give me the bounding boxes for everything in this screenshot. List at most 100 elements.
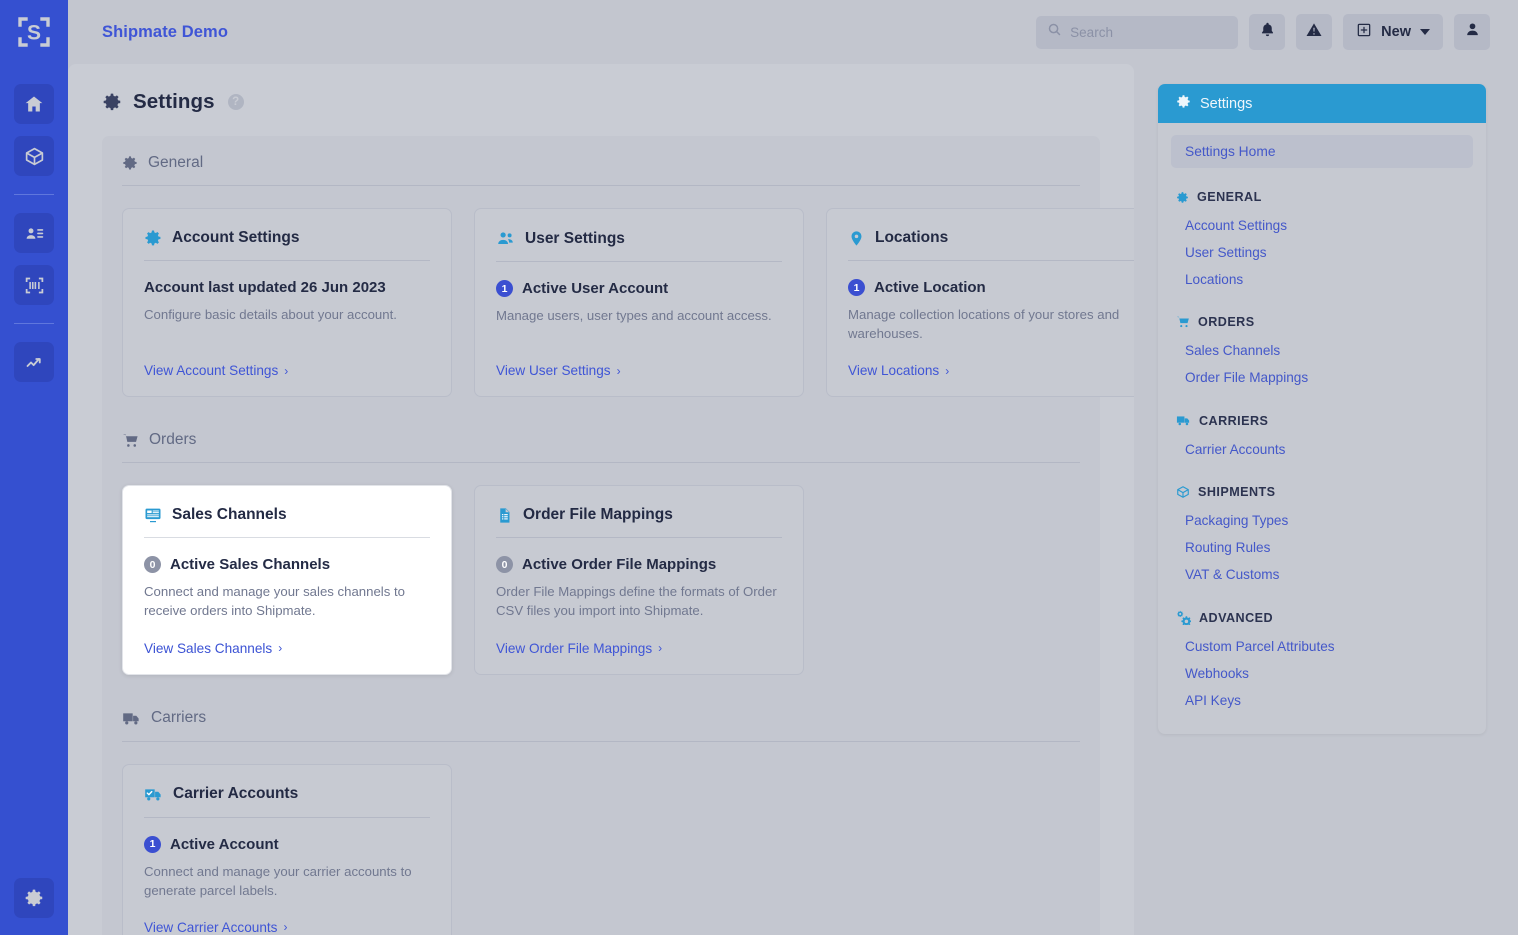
nav-item-carrier-accounts[interactable]: Carrier Accounts (1171, 436, 1473, 463)
nav-item-locations[interactable]: Locations (1171, 266, 1473, 293)
nav-item-routing-rules[interactable]: Routing Rules (1171, 534, 1473, 561)
help-icon[interactable]: ? (227, 94, 244, 110)
nav-group-label: ADVANCED (1199, 610, 1274, 625)
left-nav-rail: S (0, 0, 68, 935)
card-carrier-accounts[interactable]: Carrier Accounts 1 Active Account Connec… (122, 763, 452, 935)
nav-item-webhooks[interactable]: Webhooks (1171, 660, 1473, 687)
page-title: Settings (133, 90, 215, 113)
brand-name[interactable]: Shipmate Demo (102, 23, 228, 42)
chevron-right-icon: › (284, 363, 289, 378)
chevron-right-icon: › (616, 363, 621, 378)
card-title: Account Settings (172, 229, 300, 246)
section-header: General (122, 154, 1080, 186)
card-description: Connect and manage your carrier accounts… (144, 863, 412, 898)
card-locations[interactable]: Locations 1 Active Location Manage colle… (826, 208, 1134, 398)
main-panel: Settings ? General Account Settings Acco… (68, 64, 1134, 935)
topbar-actions: New (1036, 14, 1490, 50)
card-user-settings[interactable]: User Settings 1 Active User Account Mana… (474, 208, 804, 398)
notifications-button[interactable] (1249, 14, 1286, 50)
section-cards: Account Settings Account last updated 26… (122, 208, 1134, 398)
nav-item-sales-channels[interactable]: Sales Channels (1171, 337, 1473, 364)
nav-item-settings-home[interactable]: Settings Home (1171, 135, 1473, 168)
card-link-label: View User Settings (496, 363, 611, 379)
section-title: General (148, 154, 204, 171)
card-link-label: View Account Settings (144, 363, 279, 379)
section-header: Carriers (122, 709, 1080, 742)
card-header: User Settings (496, 229, 782, 262)
card-account-settings[interactable]: Account Settings Account last updated 26… (122, 208, 452, 398)
card-header: Locations (848, 229, 1134, 261)
shopping-cart-icon (122, 432, 139, 449)
address-card-icon (24, 223, 45, 244)
gear-icon (144, 229, 162, 247)
card-sales-channels[interactable]: Sales Channels 0 Active Sales Channels C… (122, 485, 452, 675)
nav-item-custom-parcel-attributes[interactable]: Custom Parcel Attributes (1171, 633, 1473, 660)
section-header: Orders (122, 431, 1080, 464)
card-link[interactable]: View User Settings › (496, 343, 782, 378)
card-header: Sales Channels (144, 506, 430, 539)
gears-icon (1176, 610, 1191, 625)
nav-item-api-keys[interactable]: API Keys (1171, 687, 1473, 714)
chevron-right-icon: › (945, 363, 950, 378)
body-column: Shipmate Demo Search New Settings ? Gene… (68, 0, 1518, 935)
card-link[interactable]: View Carrier Accounts › (144, 900, 430, 935)
card-stat: Account last updated 26 Jun 2023 (144, 279, 430, 296)
home-icon (24, 94, 44, 114)
barcode-scan-icon (24, 275, 45, 296)
truck-check-icon (144, 785, 163, 804)
page-title-row: Settings ? (102, 90, 1100, 114)
section-general: General Account Settings Account last up… (122, 154, 1134, 398)
settings-nav-panel: Settings Settings Home GENERAL Account S… (1158, 84, 1486, 734)
status-badge: 1 (848, 279, 865, 296)
card-title: Order File Mappings (523, 506, 673, 524)
card-link[interactable]: View Account Settings › (144, 343, 430, 378)
rail-divider (14, 323, 54, 324)
nav-item-account-settings[interactable]: Account Settings (1171, 212, 1473, 239)
account-button[interactable] (1454, 14, 1490, 50)
card-link[interactable]: View Locations › (848, 343, 1134, 378)
section-cards: Carrier Accounts 1 Active Account Connec… (122, 763, 1080, 935)
map-pin-icon (848, 230, 865, 247)
chevron-right-icon: › (658, 641, 663, 656)
new-button[interactable]: New (1343, 14, 1443, 50)
card-stat-label: Active Account (170, 835, 279, 853)
nav-item-packaging-types[interactable]: Packaging Types (1171, 507, 1473, 534)
card-description: Manage users, user types and account acc… (496, 308, 772, 323)
section-cards: Sales Channels 0 Active Sales Channels C… (122, 485, 1080, 675)
card-stat: 1 Active User Account (496, 280, 782, 297)
card-header: Order File Mappings (496, 506, 782, 539)
chevron-down-icon (1420, 29, 1430, 35)
box-icon (24, 146, 45, 167)
status-badge: 0 (496, 556, 513, 574)
nav-item-order-file-mappings[interactable]: Order File Mappings (1171, 364, 1473, 391)
card-link[interactable]: View Order File Mappings › (496, 621, 782, 656)
users-icon (496, 229, 515, 248)
truck-icon (122, 709, 141, 728)
app-logo[interactable]: S (0, 0, 68, 64)
search-input[interactable] (1070, 24, 1228, 40)
sidebar-item-reports[interactable] (14, 342, 54, 382)
card-link[interactable]: View Sales Channels › (144, 621, 430, 656)
sidebar-item-shipments[interactable] (14, 136, 54, 176)
card-order-file-mappings[interactable]: Order File Mappings 0 Active Order File … (474, 485, 804, 675)
card-header: Account Settings (144, 229, 430, 261)
card-title: Carrier Accounts (173, 785, 299, 803)
card-stat-label: Active Sales Channels (170, 556, 331, 574)
nav-item-vat-customs[interactable]: VAT & Customs (1171, 561, 1473, 588)
sidebar-item-contacts[interactable] (14, 213, 54, 253)
settings-nav-body: Settings Home GENERAL Account Settings U… (1158, 123, 1486, 734)
sidebar-item-settings[interactable] (14, 878, 54, 918)
section-title: Orders (149, 431, 197, 449)
card-stat-label: Active Order File Mappings (522, 556, 717, 574)
sidebar-item-home[interactable] (14, 84, 54, 124)
truck-icon (1176, 413, 1191, 428)
chevron-right-icon: › (283, 920, 288, 935)
nav-item-user-settings[interactable]: User Settings (1171, 239, 1473, 266)
sidebar-item-barcode[interactable] (14, 265, 54, 305)
nav-group-label: CARRIERS (1199, 413, 1269, 428)
settings-nav-header: Settings (1158, 84, 1486, 123)
card-link-label: View Locations (848, 363, 940, 379)
search-box[interactable] (1036, 15, 1239, 49)
chevron-right-icon: › (278, 641, 283, 656)
alerts-button[interactable] (1296, 14, 1333, 50)
